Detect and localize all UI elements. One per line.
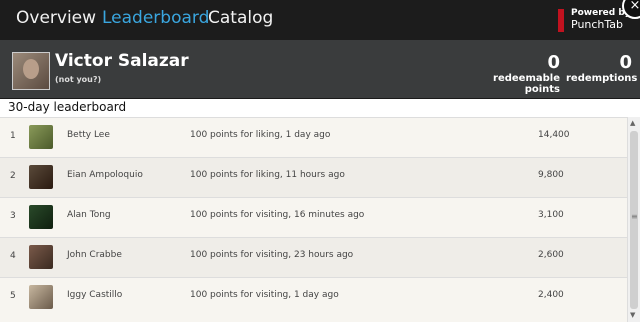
redeemable-points-value: 0 xyxy=(547,52,560,73)
avatar[interactable] xyxy=(29,245,53,269)
avatar[interactable] xyxy=(29,285,53,309)
tab-catalog[interactable]: Catalog xyxy=(208,8,273,28)
row-rank: 2 xyxy=(10,171,16,181)
row-activity: 100 points for visiting, 16 minutes ago xyxy=(190,210,365,220)
redemptions-label: redemptions xyxy=(566,73,638,84)
leaderboard-title: 30-day leaderboard xyxy=(8,100,127,114)
row-points: 2,600 xyxy=(538,250,564,260)
redemptions-value: 0 xyxy=(619,52,632,73)
tab-leaderboard[interactable]: Leaderboard xyxy=(102,8,209,28)
row-points: 9,800 xyxy=(538,170,564,180)
not-you-link[interactable]: (not you?) xyxy=(55,75,101,84)
table-row[interactable]: 1 Betty Lee 100 points for liking, 1 day… xyxy=(0,117,627,157)
row-name[interactable]: Eian Ampoloquio xyxy=(67,170,143,180)
row-points: 14,400 xyxy=(538,130,570,140)
avatar[interactable] xyxy=(29,125,53,149)
table-row[interactable]: 2 Eian Ampoloquio 100 points for liking,… xyxy=(0,157,627,197)
leaderboard-list: 1 Betty Lee 100 points for liking, 1 day… xyxy=(0,117,627,322)
tab-overview[interactable]: Overview xyxy=(16,8,96,28)
row-activity: 100 points for visiting, 1 day ago xyxy=(190,290,339,300)
row-rank: 5 xyxy=(10,291,16,301)
avatar xyxy=(12,52,50,90)
row-activity: 100 points for liking, 1 day ago xyxy=(190,130,331,140)
user-bar: Victor Salazar (not you?) 0 redeemable p… xyxy=(0,40,640,99)
row-name[interactable]: Betty Lee xyxy=(67,130,110,140)
row-name[interactable]: John Crabbe xyxy=(67,250,122,260)
scroll-up-arrow-icon[interactable]: ▲ xyxy=(630,119,635,127)
row-name[interactable]: Iggy Castillo xyxy=(67,290,122,300)
table-row[interactable]: 4 John Crabbe 100 points for visiting, 2… xyxy=(0,237,627,277)
punchtab-logo-icon[interactable] xyxy=(558,9,564,32)
row-rank: 1 xyxy=(10,131,16,141)
row-points: 2,400 xyxy=(538,290,564,300)
row-rank: 4 xyxy=(10,251,16,261)
row-activity: 100 points for visiting, 23 hours ago xyxy=(190,250,354,260)
scroll-down-arrow-icon[interactable]: ▼ xyxy=(630,311,635,319)
user-name: Victor Salazar xyxy=(55,51,189,71)
redeemable-points-stat: 0 redeemable points xyxy=(462,52,560,95)
row-points: 3,100 xyxy=(538,210,564,220)
row-name[interactable]: Alan Tong xyxy=(67,210,111,220)
scrollbar-grip-icon: ≡ xyxy=(631,212,638,221)
avatar[interactable] xyxy=(29,205,53,229)
table-row[interactable]: 5 Iggy Castillo 100 points for visiting,… xyxy=(0,277,627,317)
powered-by-label[interactable]: Powered by PunchTab xyxy=(571,8,631,30)
avatar[interactable] xyxy=(29,165,53,189)
row-activity: 100 points for liking, 11 hours ago xyxy=(190,170,345,180)
row-rank: 3 xyxy=(10,211,16,221)
redeemable-points-label: redeemable points xyxy=(493,73,560,95)
redemptions-stat: 0 redemptions xyxy=(566,52,638,84)
top-nav: Overview Leaderboard Catalog Powered by … xyxy=(0,0,640,40)
table-row[interactable]: 3 Alan Tong 100 points for visiting, 16 … xyxy=(0,197,627,237)
brand-name: PunchTab xyxy=(571,18,624,31)
